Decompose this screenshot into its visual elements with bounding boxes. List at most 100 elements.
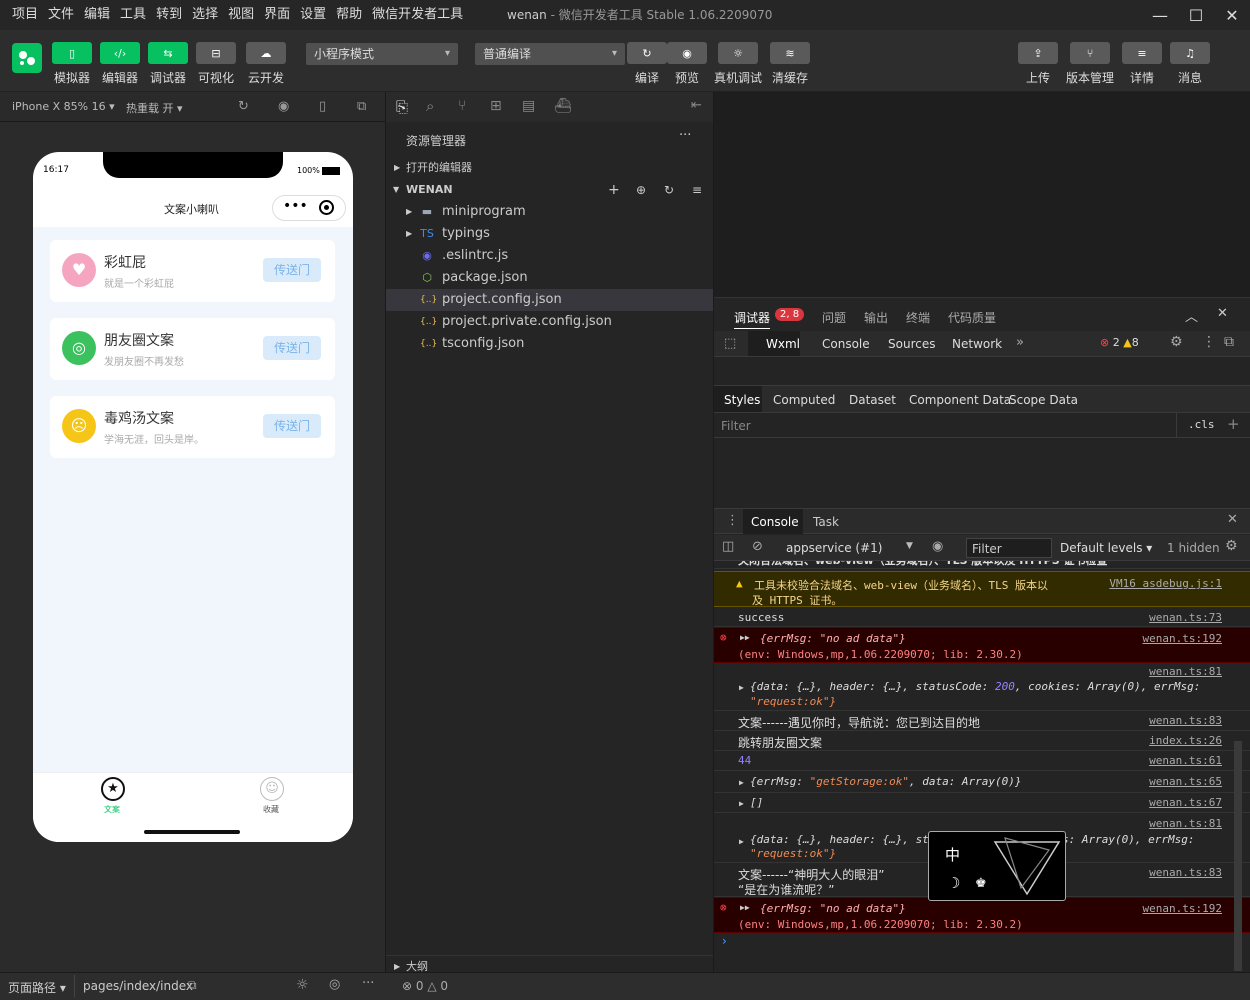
context-select[interactable]: appservice (#1) [786, 541, 882, 555]
preview-eye-icon[interactable]: ◎ [329, 977, 340, 992]
sidebar-toggle-icon[interactable]: ◫ [722, 539, 734, 554]
layers-icon[interactable]: ≋ [770, 42, 810, 64]
bug-icon[interactable]: ☼ [718, 42, 758, 64]
hotreload-toggle[interactable]: 热重载 开 ▾ [126, 100, 183, 116]
file-tsconfig-json[interactable]: {..} tsconfig.json [386, 333, 713, 355]
tab-wenan[interactable]: 文案 [104, 804, 120, 815]
file-package-json[interactable]: ⬡ package.json [386, 267, 713, 289]
menu-item-7[interactable]: 界面 [259, 0, 295, 30]
debug-tab-3[interactable]: 终端 [906, 309, 930, 326]
source-link[interactable]: wenan.ts:73 [1149, 611, 1222, 624]
menu-item-8[interactable]: 设置 [295, 0, 331, 30]
expand-icon[interactable]: ▶ [739, 683, 744, 692]
menu-item-6[interactable]: 视图 [223, 0, 259, 30]
tab-favorite[interactable]: 收藏 [263, 804, 279, 815]
cloud-icon[interactable]: ☁ [246, 42, 286, 64]
portal-button[interactable]: 传送门 [263, 258, 321, 282]
new-file-icon[interactable]: + [608, 179, 620, 201]
toolbar-label-mid-3[interactable]: 清缓存 [758, 69, 822, 86]
style-tab-2[interactable]: Dataset [849, 393, 896, 407]
console-error-2[interactable]: ⊗ ▶▶ {errMsg: "no ad data"} (env: Windows,m… [714, 897, 1250, 933]
console-settings-icon[interactable]: ⚙ [1225, 538, 1238, 554]
debug-tab-2[interactable]: 输出 [864, 309, 888, 326]
branch-icon[interactable]: ⑂ [1070, 42, 1110, 64]
toolbar-label-0[interactable]: 模拟器 [48, 69, 96, 86]
file-miniprogram[interactable]: ▶ ▬ miniprogram [386, 201, 713, 223]
device-select[interactable]: iPhone X 85% 16 ▾ [12, 100, 115, 113]
problem-counts[interactable]: ⊗ 0 △ 0 [402, 979, 448, 993]
more-icon[interactable]: ••• [283, 198, 308, 214]
panel-tab-sources[interactable]: Sources [888, 337, 935, 351]
close-window-button[interactable]: ✕ [1216, 0, 1248, 30]
new-folder-icon[interactable]: ⊕ [636, 179, 646, 201]
menu-item-2[interactable]: 编辑 [79, 0, 115, 30]
style-tab-0[interactable]: Styles [724, 393, 760, 407]
drawer-tab-task[interactable]: Task [813, 515, 839, 529]
error-count[interactable]: ⊗ 2 ▲8 [1100, 336, 1139, 349]
styles-filter-input[interactable]: Filter [721, 419, 751, 433]
kebab-icon[interactable]: ⋮ [1202, 334, 1216, 350]
source-link[interactable]: index.ts:26 [1149, 734, 1222, 747]
menu-icon[interactable]: ≡ [1122, 42, 1162, 64]
chevron-down-icon[interactable]: ▼ [906, 541, 913, 551]
cls-toggle[interactable]: .cls [1188, 418, 1215, 431]
source-link[interactable]: wenan.ts:61 [1149, 754, 1222, 767]
settings-gear-icon[interactable]: ⚙ [1170, 334, 1183, 350]
phone-icon[interactable]: ▯ [52, 42, 92, 64]
status-more-icon[interactable]: ··· [362, 976, 374, 991]
extensions-icon[interactable]: ⊞ [490, 98, 502, 114]
source-link[interactable]: wenan.ts:81 [1149, 665, 1222, 678]
shirt-icon[interactable]: ♚ [975, 876, 987, 891]
menu-item-1[interactable]: 文件 [43, 0, 79, 30]
rotate-icon[interactable]: ↻ [238, 99, 249, 114]
person-icon[interactable]: ☺ [260, 777, 284, 801]
source-link[interactable]: wenan.ts:65 [1149, 775, 1222, 788]
close-debugger-icon[interactable]: ✕ [1217, 306, 1228, 321]
capsule-button[interactable]: ••• [272, 195, 346, 221]
menu-item-0[interactable]: 项目 [7, 0, 43, 30]
stop-icon[interactable]: ◉ [278, 99, 289, 114]
popout-icon[interactable]: ⧉ [357, 99, 366, 114]
source-link[interactable]: wenan.ts:192 [1143, 632, 1222, 645]
page-path-label[interactable]: 页面路径 ▾ [8, 979, 66, 996]
source-link[interactable]: wenan.ts:192 [1143, 902, 1222, 915]
toolbar-label-1[interactable]: 编辑器 [96, 69, 144, 86]
panel-tab-network[interactable]: Network [952, 337, 1002, 351]
collapse-all-icon[interactable]: ≡ [692, 179, 702, 201]
console-row-storage[interactable]: ▶ {errMsg: "getStorage:ok", data: Array(0… [714, 771, 1250, 793]
bug-icon[interactable]: ☼ [296, 977, 309, 993]
refresh-explorer-icon[interactable]: ↻ [664, 179, 674, 201]
copy-icon[interactable]: ⧉ [188, 978, 197, 993]
console-row-array[interactable]: ▶ [] wenan.ts:67 [714, 793, 1250, 813]
card-1[interactable]: ◎ 朋友圈文案 发朋友圈不再发愁 传送门 [50, 318, 335, 380]
upload-icon[interactable]: ⇪ [1018, 42, 1058, 64]
compile-select[interactable]: 普通编译 [475, 43, 625, 65]
console-row-cut[interactable]: 关闭合法域名、web-view（业务域名）、TLS 版本以及 HTTPS 证书检… [714, 561, 1250, 569]
style-tab-4[interactable]: Scope Data [1009, 393, 1078, 407]
debug-icon[interactable]: ⇆ [148, 42, 188, 64]
portal-button[interactable]: 传送门 [263, 336, 321, 360]
docker-icon[interactable]: ⛴ [554, 98, 572, 114]
menu-item-9[interactable]: 帮助 [331, 0, 367, 30]
storage-icon[interactable]: ▤ [522, 98, 535, 114]
eye-icon[interactable]: ◉ [932, 539, 943, 554]
file-typings[interactable]: ▶ TS typings [386, 223, 713, 245]
chevron-up-icon[interactable]: ︿ [1185, 306, 1198, 325]
menu-item-5[interactable]: 选择 [187, 0, 223, 30]
source-link[interactable]: wenan.ts:67 [1149, 796, 1222, 809]
source-link[interactable]: wenan.ts:83 [1149, 714, 1222, 727]
minimize-button[interactable]: — [1144, 0, 1176, 30]
device-icon[interactable]: ▯ [319, 99, 326, 114]
expand-icon[interactable]: ▶ [739, 778, 744, 787]
toolbar-label-2[interactable]: 调试器 [144, 69, 192, 86]
open-editors-section[interactable]: ▶ 打开的编辑器 [386, 157, 713, 179]
panel-tab-wxml[interactable]: Wxml [766, 337, 800, 351]
file-project-private-config-json[interactable]: {..} project.private.config.json [386, 311, 713, 333]
code-icon[interactable]: ‹/› [100, 42, 140, 64]
console-row-success[interactable]: success wenan.ts:73 [714, 608, 1250, 627]
maximize-button[interactable]: ☐ [1180, 0, 1212, 30]
moon-icon[interactable]: ☽ [947, 874, 960, 892]
card-0[interactable]: ♥ 彩虹屁 就是一个彩虹屁 传送门 [50, 240, 335, 302]
toolbar-label-4[interactable]: 云开发 [242, 69, 290, 86]
drawer-menu-icon[interactable]: ⋮ [726, 513, 739, 528]
